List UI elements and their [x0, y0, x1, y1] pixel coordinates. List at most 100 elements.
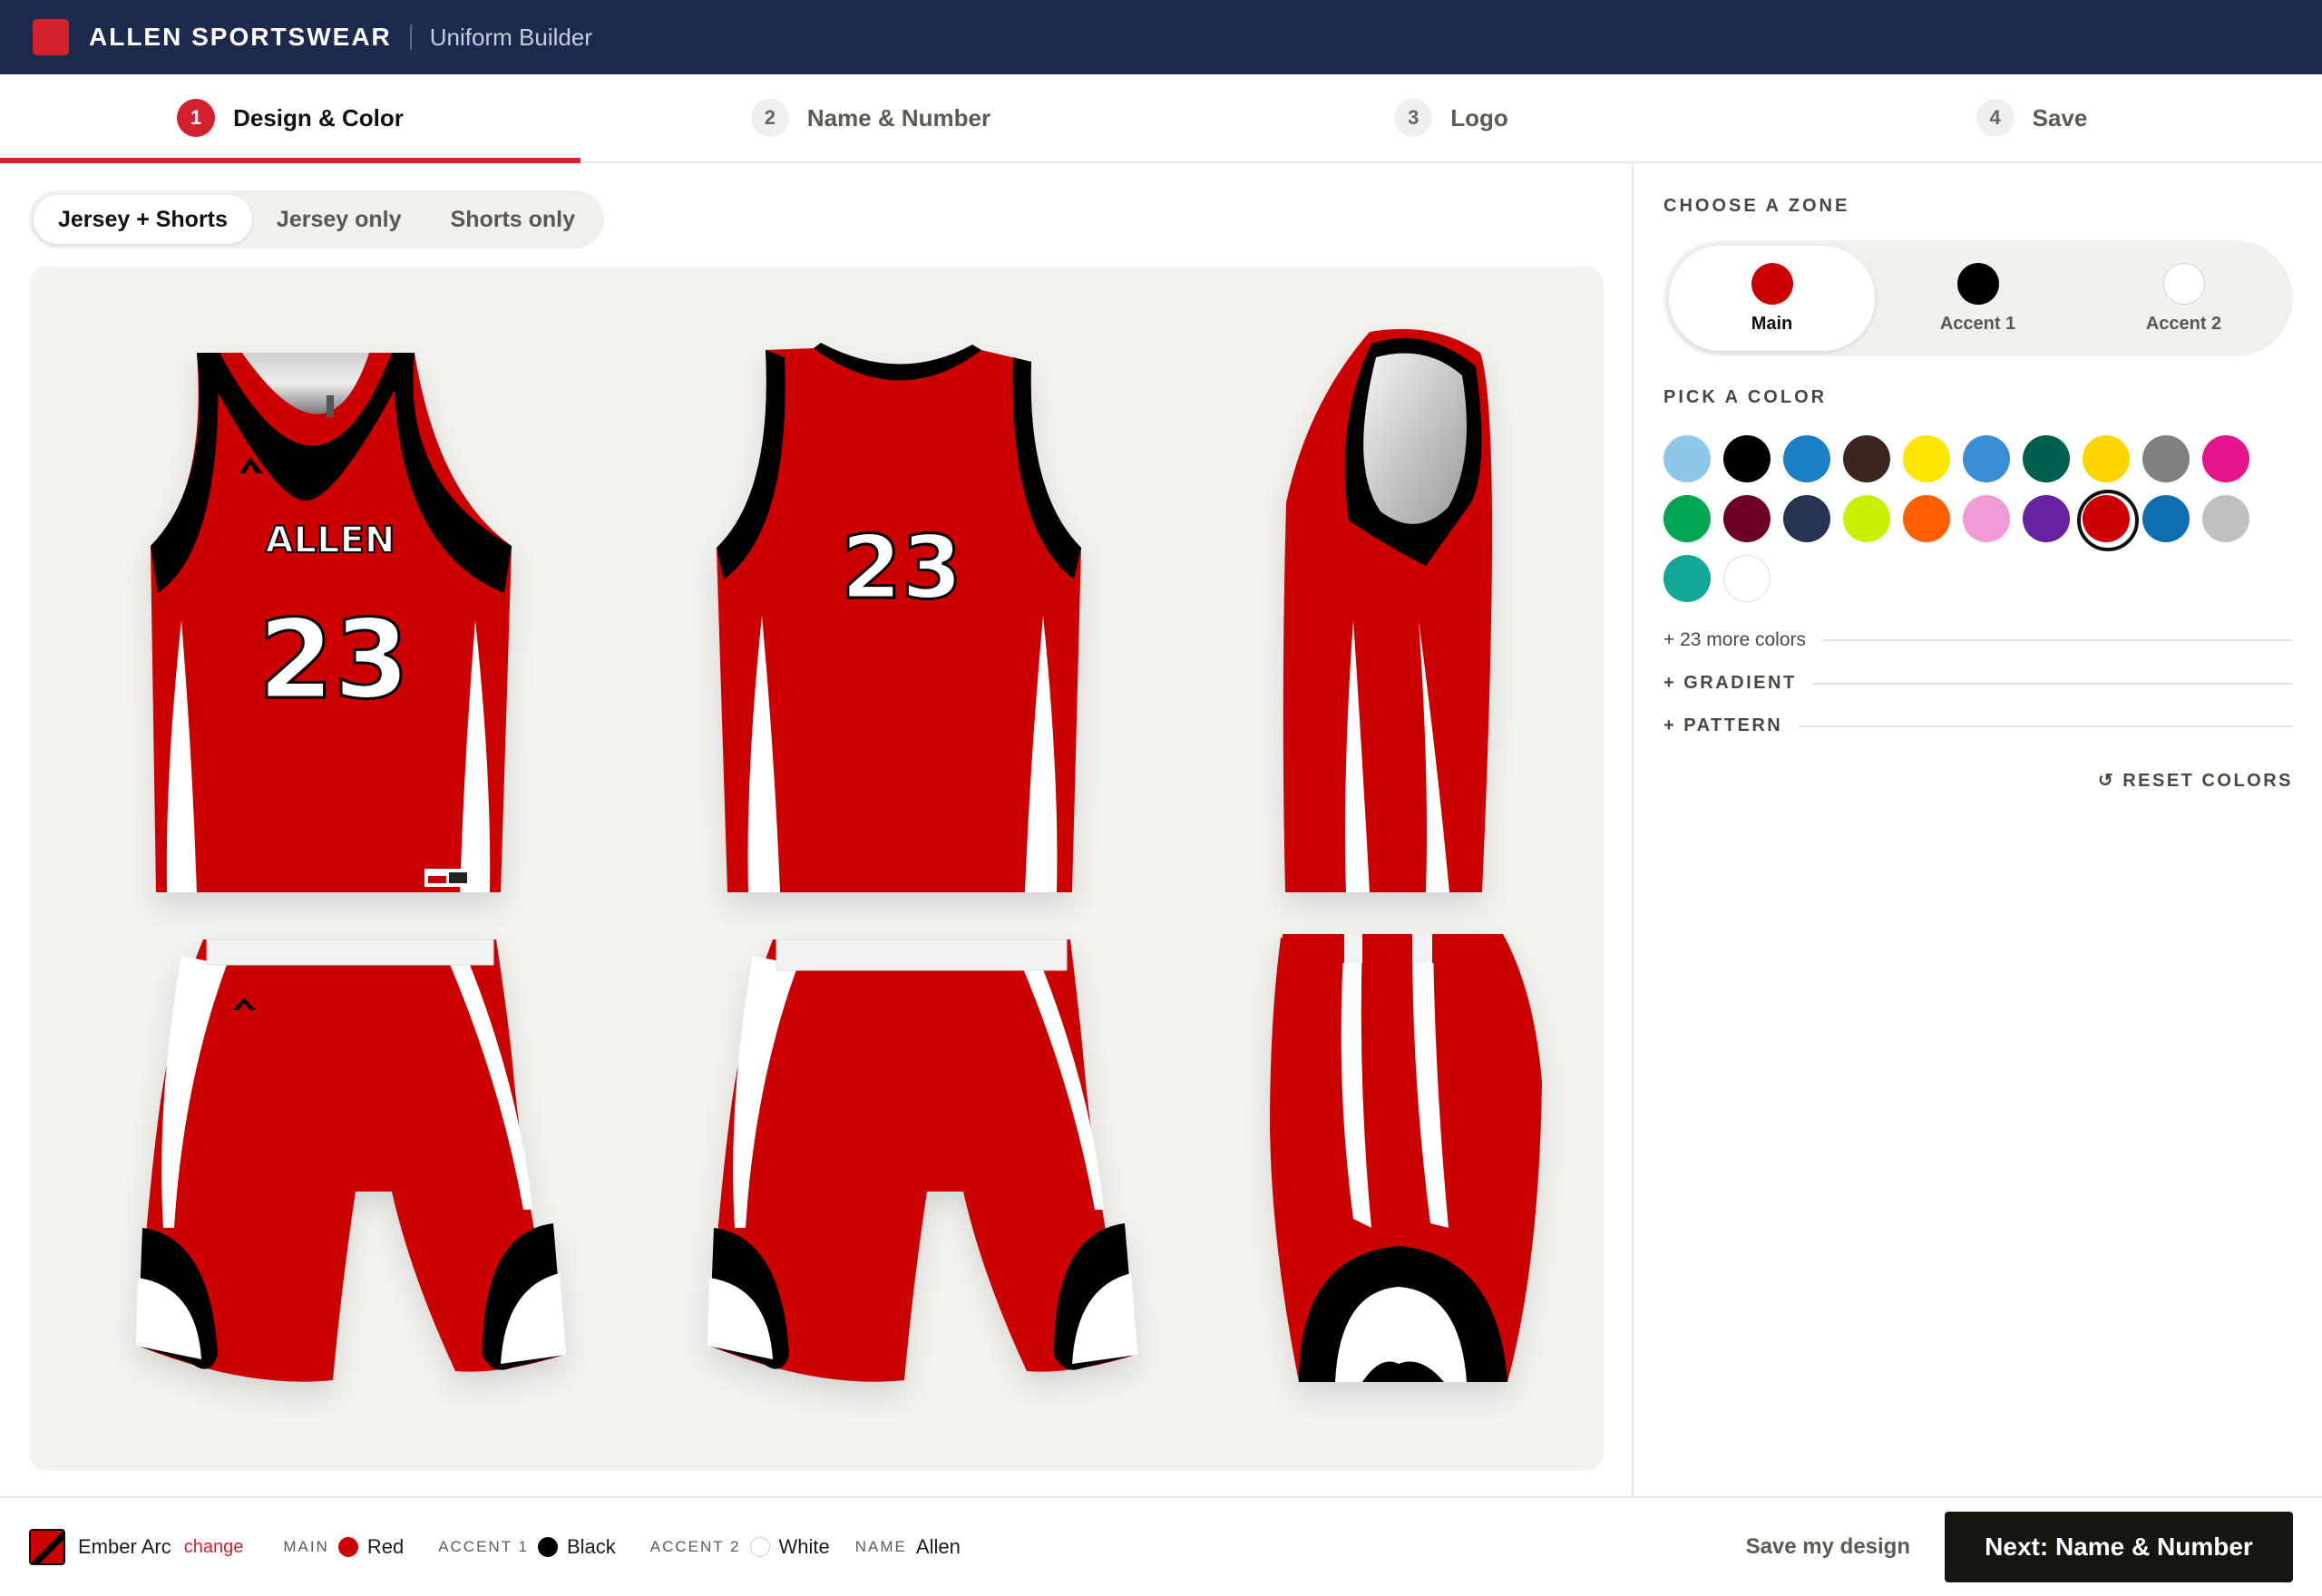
- zone-accent-1[interactable]: Accent 1: [1875, 246, 2081, 351]
- color-section-title: PICK A COLOR: [1663, 387, 1828, 407]
- color-swatch[interactable]: [2142, 435, 2190, 482]
- shorts-side[interactable]: [1270, 934, 1542, 1382]
- pattern-link[interactable]: + PATTERN: [1663, 715, 1782, 736]
- color-swatch[interactable]: [1783, 495, 1830, 542]
- pattern-expander[interactable]: + PATTERN: [1663, 715, 2293, 736]
- jersey-back[interactable]: 23: [717, 343, 1081, 892]
- step-number: 4: [1976, 99, 2015, 137]
- step-logo[interactable]: 3 Logo: [1161, 74, 1742, 161]
- more-colors-link[interactable]: + 23 more colors: [1663, 629, 1806, 651]
- step-label: Name & Number: [806, 103, 991, 131]
- spec-name: NAME Allen: [855, 1535, 961, 1559]
- color-swatch[interactable]: [1723, 435, 1771, 482]
- spec-label: MAIN: [283, 1538, 329, 1555]
- color-swatch[interactable]: [1903, 495, 1950, 542]
- footer-bar: Ember Arc change MAIN Red ACCENT 1 Black…: [0, 1496, 2322, 1596]
- zone-main[interactable]: Main: [1669, 246, 1875, 351]
- zone-accent-1-swatch: [1956, 262, 1999, 305]
- step-label: Design & Color: [233, 103, 404, 131]
- step-number: 2: [750, 99, 789, 137]
- step-label: Logo: [1450, 103, 1508, 131]
- app-subtitle: Uniform Builder: [429, 23, 592, 51]
- step-name-number[interactable]: 2 Name & Number: [580, 74, 1161, 161]
- spec-value: White: [778, 1535, 830, 1558]
- zone-section-title: CHOOSE A ZONE: [1663, 196, 1850, 216]
- color-swatch[interactable]: [2202, 435, 2249, 482]
- expander-rule: [1812, 682, 2293, 685]
- expander-rule: [1822, 639, 2293, 641]
- step-number: 3: [1394, 99, 1433, 137]
- spec-accent-1-color-dot: [537, 1537, 558, 1557]
- color-swatch[interactable]: [2083, 435, 2130, 482]
- color-swatch[interactable]: [1903, 435, 1950, 482]
- color-swatch[interactable]: [2202, 495, 2249, 542]
- view-jersey-only-button[interactable]: Jersey only: [252, 195, 426, 244]
- color-swatch[interactable]: [1663, 555, 1711, 602]
- spec-accent-2-color-dot: [749, 1537, 770, 1557]
- save-design-link[interactable]: Save my design: [1746, 1534, 1910, 1560]
- color-swatch[interactable]: [2142, 495, 2190, 542]
- shorts-front[interactable]: [136, 939, 566, 1382]
- color-swatch[interactable]: [1843, 495, 1890, 542]
- step-design-color[interactable]: 1 Design & Color: [0, 74, 580, 163]
- spec-value: Red: [366, 1535, 405, 1558]
- spec-value: Black: [566, 1535, 616, 1558]
- zone-label: Accent 1: [1939, 313, 2016, 334]
- gradient-expander[interactable]: + GRADIENT: [1663, 673, 2293, 694]
- design-thumbnail-icon: [29, 1529, 65, 1565]
- jersey-back-number: 23: [841, 517, 962, 618]
- jersey-front[interactable]: ALLEN 23: [151, 353, 512, 892]
- spec-label: ACCENT 1: [438, 1538, 529, 1555]
- step-label: Save: [2032, 103, 2088, 131]
- next-step-button[interactable]: Next: Name & Number: [1945, 1512, 2293, 1582]
- color-panel: CHOOSE A ZONE Main Accent 1 Accent 2 PIC…: [1663, 163, 2293, 792]
- view-toggle: Jersey + Shorts Jersey only Shorts only: [29, 190, 605, 248]
- brand-name: ALLEN SPORTSWEAR: [89, 23, 392, 51]
- zone-main-swatch: [1751, 262, 1793, 305]
- color-swatch[interactable]: [2023, 435, 2070, 482]
- color-swatch[interactable]: [1723, 495, 1771, 542]
- color-swatch[interactable]: [1843, 435, 1890, 482]
- zone-label: Main: [1751, 313, 1793, 334]
- color-swatch[interactable]: [1963, 435, 2010, 482]
- header-divider: [409, 24, 412, 50]
- more-colors-expander[interactable]: + 23 more colors: [1663, 629, 2293, 651]
- spec-main-color-dot: [337, 1537, 358, 1557]
- color-swatch[interactable]: [1723, 555, 1771, 602]
- color-swatch[interactable]: [2023, 495, 2070, 542]
- design-name: Ember Arc: [78, 1535, 171, 1558]
- zone-accent-2[interactable]: Accent 2: [2081, 246, 2287, 351]
- color-swatch[interactable]: [1963, 495, 2010, 542]
- zone-label: Accent 2: [2145, 313, 2222, 334]
- uniform-preview-canvas: ALLEN 23 23: [136, 328, 1542, 1382]
- jersey-front-number: 23: [259, 598, 410, 724]
- zone-selector: Main Accent 1 Accent 2: [1663, 240, 2293, 356]
- step-tabs: 1 Design & Color 2 Name & Number 3 Logo …: [0, 74, 2322, 163]
- step-number: 1: [177, 99, 216, 137]
- color-swatch[interactable]: [1663, 495, 1711, 542]
- spec-value: Allen: [915, 1535, 961, 1558]
- uniform-preview: ALLEN 23 23: [29, 267, 1604, 1471]
- view-jersey-shorts-button[interactable]: Jersey + Shorts: [34, 195, 252, 244]
- jersey-front-text: ALLEN: [266, 520, 395, 561]
- spec-label: NAME: [854, 1538, 907, 1555]
- shorts-back[interactable]: [707, 939, 1137, 1382]
- brand-logo-icon[interactable]: [33, 19, 69, 55]
- gradient-link[interactable]: + GRADIENT: [1663, 673, 1797, 694]
- color-swatch[interactable]: [2077, 490, 2139, 551]
- jersey-side[interactable]: [1283, 328, 1493, 892]
- step-save[interactable]: 4 Save: [1742, 74, 2322, 161]
- spec-accent-1: ACCENT 1 Black: [438, 1535, 616, 1559]
- app-header: ALLEN SPORTSWEAR Uniform Builder: [0, 0, 2322, 74]
- reset-colors-button[interactable]: ↺ RESET COLORS: [1663, 769, 2293, 792]
- spec-accent-2: ACCENT 2 White: [650, 1535, 830, 1559]
- expander-rule: [1799, 725, 2293, 727]
- change-design-link[interactable]: change: [184, 1537, 244, 1558]
- color-swatch[interactable]: [1783, 435, 1830, 482]
- spec-main: MAIN Red: [283, 1535, 404, 1559]
- view-shorts-only-button[interactable]: Shorts only: [426, 195, 600, 244]
- panel-divider: [1632, 163, 1634, 1496]
- color-swatch[interactable]: [1663, 435, 1711, 482]
- zone-accent-2-swatch: [2162, 262, 2205, 305]
- color-swatch-grid: [1663, 435, 2293, 602]
